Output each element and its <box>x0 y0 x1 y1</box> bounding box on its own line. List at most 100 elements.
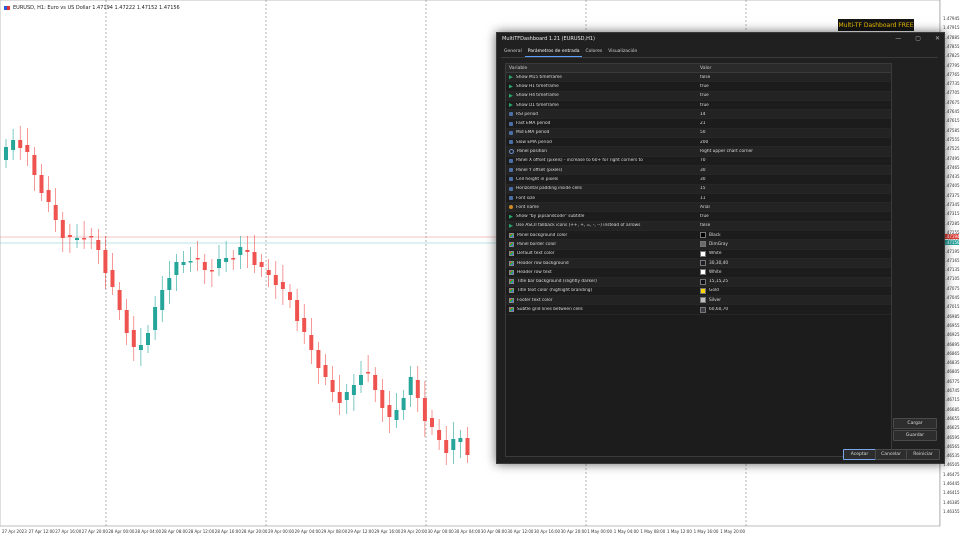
table-row[interactable]: Fast EMA period 21 <box>506 119 891 129</box>
parameter-name: Panel Y offset (pixels) <box>516 167 563 173</box>
table-row[interactable]: Show H1 timeframe true <box>506 82 891 92</box>
table-row[interactable]: Font name Arial <box>506 203 891 213</box>
color-swatch <box>700 269 706 276</box>
price-tick-label: 1.47075 <box>943 285 960 291</box>
parameter-name: Default text color <box>517 251 555 257</box>
price-tick-label: 1.47915 <box>943 25 960 31</box>
parameter-value-cell[interactable]: 50 <box>697 130 889 135</box>
ok-button[interactable]: Aceptar <box>843 449 876 460</box>
parameter-value-cell[interactable]: Right upper chart corner <box>697 149 889 154</box>
price-tick-label: 1.47465 <box>943 164 960 170</box>
table-row[interactable]: Use ASCII fallback icons (++, +, =, -, -… <box>506 221 891 232</box>
table-row[interactable]: Header row text White <box>506 268 891 278</box>
parameter-value-cell[interactable]: 30 <box>697 168 889 173</box>
table-row[interactable]: Show H4 timeframe true <box>506 91 891 101</box>
int-type-icon <box>509 177 513 182</box>
parameter-value-cell[interactable]: Arial <box>697 205 889 210</box>
parameter-name: Header row background <box>517 260 569 266</box>
parameter-value: 200 <box>700 139 709 145</box>
current-price-tag: 1.47156 <box>943 240 960 245</box>
candle-body <box>32 155 37 175</box>
tab-colors[interactable]: Colores <box>582 48 605 57</box>
table-row[interactable]: Default text color White <box>506 250 891 259</box>
int-type-icon <box>509 168 513 173</box>
minimize-icon[interactable]: — <box>895 35 901 42</box>
cancel-button[interactable]: Cancelar <box>875 449 907 460</box>
parameter-value-cell[interactable]: 21 <box>697 121 889 126</box>
time-tick-label: 30 Apr 12:00 <box>507 529 534 534</box>
parameter-value-cell[interactable]: 60,60,70 <box>697 306 889 313</box>
parameter-value-cell[interactable]: 15,15,25 <box>697 278 889 285</box>
parameter-value-cell[interactable]: 30,30,40 <box>697 260 889 267</box>
time-tick-label: 29 Apr 08:00 <box>321 529 348 534</box>
parameter-value-cell[interactable]: true <box>697 103 889 108</box>
close-icon[interactable]: ✕ <box>935 35 940 42</box>
table-row[interactable]: Title bar background (slightly darker) 15… <box>506 277 891 287</box>
parameter-value-cell[interactable]: 14 <box>697 112 889 117</box>
parameter-name-cell: Title text color (highlight branding) <box>506 288 697 294</box>
parameter-value-cell[interactable]: DimGray <box>697 241 889 248</box>
table-row[interactable]: Cell height in pixels 30 <box>506 175 891 185</box>
parameter-value-cell[interactable]: 11 <box>697 196 889 201</box>
parameter-name: Show "by pipsandcode" subtitle <box>516 214 585 220</box>
table-row[interactable]: Horizontal padding inside cells 15 <box>506 184 891 194</box>
parameter-value-cell[interactable]: 30 <box>697 177 889 182</box>
tab-input-parameters[interactable]: Parámetros de entrada <box>524 48 583 57</box>
parameter-value-cell[interactable]: false <box>697 75 889 80</box>
table-row[interactable]: RSI period 14 <box>506 110 891 120</box>
table-row[interactable]: Slow EMA period 200 <box>506 138 891 148</box>
parameter-name-cell: Header row background <box>506 260 697 266</box>
parameter-value-cell[interactable]: Gold <box>697 287 889 294</box>
candle-body <box>181 262 186 265</box>
parameter-value: Arial <box>700 204 710 210</box>
promo-banner[interactable]: Multi-TF Dashboard FREE <box>838 19 914 31</box>
parameter-value-cell[interactable]: true <box>697 214 889 219</box>
parameter-name-cell: Show D1 timeframe <box>506 103 697 108</box>
parameter-value-cell[interactable]: White <box>697 269 889 276</box>
table-row[interactable]: Footer text color Silver <box>506 296 891 306</box>
save-button[interactable]: Guardar <box>893 430 937 441</box>
table-row[interactable]: Subtle grid lines between cells 60,60,70 <box>506 305 891 315</box>
candle-body <box>238 247 243 255</box>
symbol-flag-icon <box>4 6 10 10</box>
parameter-value-cell[interactable]: 70 <box>697 158 889 163</box>
table-row[interactable]: Show M15 timeframe false <box>506 73 891 83</box>
parameter-value-cell[interactable]: true <box>697 93 889 98</box>
maximize-icon[interactable]: ▢ <box>915 35 921 42</box>
parameter-value-cell[interactable]: 200 <box>697 140 889 145</box>
reset-button[interactable]: Reiniciar <box>906 449 940 460</box>
candle-body <box>273 275 278 285</box>
parameter-name: Slow EMA period <box>516 139 552 145</box>
table-row[interactable]: Show D1 timeframe true <box>506 101 891 111</box>
table-row[interactable]: Show "by pipsandcode" subtitle true <box>506 212 891 222</box>
column-header-value[interactable]: Valor <box>697 66 889 71</box>
candle-body <box>82 238 87 240</box>
parameter-value-cell[interactable]: Silver <box>697 297 889 304</box>
load-button[interactable]: Cargar <box>893 418 937 429</box>
table-row[interactable]: Panel background color Black <box>506 231 891 241</box>
table-row[interactable]: Header row background 30,30,40 <box>506 258 891 269</box>
table-row[interactable]: Panel Y offset (pixels) 30 <box>506 165 891 176</box>
parameter-value: White <box>709 269 722 275</box>
price-tick-label: 1.47315 <box>943 211 960 217</box>
parameter-value-cell[interactable]: White <box>697 250 889 257</box>
tab-visualization[interactable]: Visualización <box>605 48 640 57</box>
table-row[interactable]: Title text color (highlight branding) Gol… <box>506 287 891 297</box>
table-row[interactable]: Panel position Right upper chart corner <box>506 147 891 157</box>
parameter-value-cell[interactable]: false <box>697 223 889 228</box>
parameter-value-cell[interactable]: true <box>697 84 889 89</box>
table-row[interactable]: Panel border color DimGray <box>506 240 891 250</box>
table-header: Variable Valor <box>506 64 891 73</box>
column-header-variable[interactable]: Variable <box>506 66 697 71</box>
parameter-value-cell[interactable]: Black <box>697 232 889 239</box>
table-row[interactable]: Mid EMA period 50 <box>506 128 891 139</box>
table-row[interactable]: Font size 11 <box>506 194 891 204</box>
parameter-name-cell: Show "by pipsandcode" subtitle <box>506 214 697 219</box>
tab-general[interactable]: General <box>501 48 525 57</box>
dialog-titlebar[interactable]: MultiTFDashboard 1.21 (EURUSD,H1) — ▢ ✕ <box>497 33 944 45</box>
parameter-value-cell[interactable]: 15 <box>697 186 889 191</box>
table-row[interactable]: Panel X offset (pixels) - increase to 60… <box>506 157 891 166</box>
candle-body <box>124 310 129 333</box>
candle-body <box>323 365 328 377</box>
parameter-name: Show D1 timeframe <box>516 102 559 108</box>
